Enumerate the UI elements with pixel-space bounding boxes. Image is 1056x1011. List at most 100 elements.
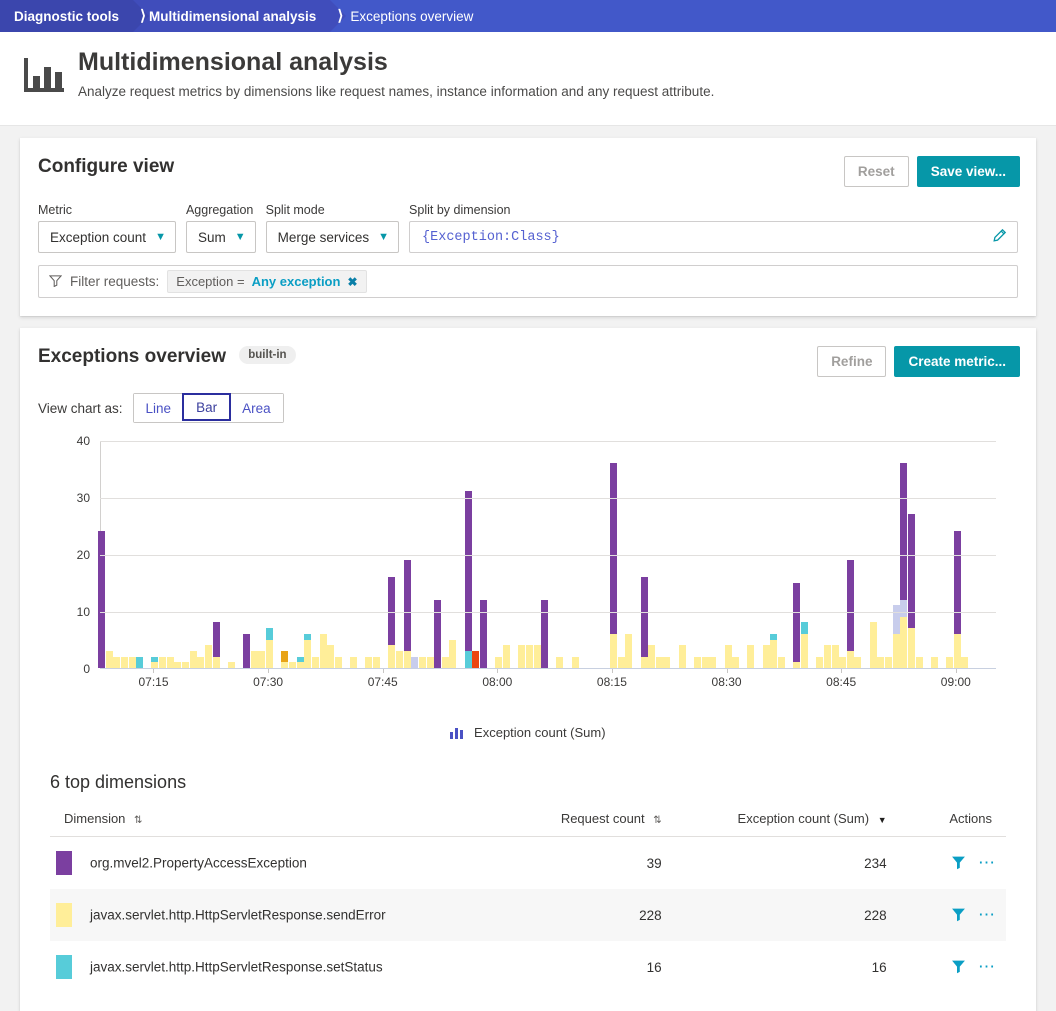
chart-bar[interactable] <box>296 656 304 668</box>
chart-bar[interactable] <box>900 462 908 668</box>
chart-bar[interactable] <box>304 633 312 668</box>
breadcrumb-item-multidimensional-analysis[interactable]: Multidimensional analysis ⟩ <box>133 0 347 32</box>
chart-bar[interactable] <box>128 656 136 668</box>
chart-bar[interactable] <box>571 656 579 668</box>
chart-bar[interactable] <box>953 531 961 668</box>
chart-bar[interactable] <box>174 662 182 668</box>
column-header-request-count[interactable]: Request count ⇅ <box>520 811 662 837</box>
chart-type-line[interactable]: Line <box>133 394 184 422</box>
chart-bar[interactable] <box>525 645 533 668</box>
chart-bar[interactable] <box>930 656 938 668</box>
pencil-icon[interactable] <box>991 228 1007 247</box>
chart-bar[interactable] <box>640 576 648 668</box>
chart-bar[interactable] <box>189 650 197 668</box>
chart-bar[interactable] <box>823 645 831 668</box>
chart-bar[interactable] <box>151 656 159 668</box>
chart-bar[interactable] <box>166 656 174 668</box>
chart-bar[interactable] <box>854 656 862 668</box>
chart-bar[interactable] <box>227 662 235 668</box>
chart-bar[interactable] <box>609 462 617 668</box>
create-metric-button[interactable]: Create metric... <box>894 346 1020 377</box>
chart-bar[interactable] <box>464 491 472 668</box>
more-actions-icon[interactable]: ⋯ <box>978 905 996 924</box>
chart-bar[interactable] <box>495 656 503 668</box>
chart-bar[interactable] <box>831 645 839 668</box>
chart-bar[interactable] <box>556 656 564 668</box>
chart-bar[interactable] <box>334 656 342 668</box>
chart-bar[interactable] <box>426 656 434 668</box>
chart-bar[interactable] <box>113 656 121 668</box>
column-header-dimension[interactable]: Dimension ⇅ <box>50 811 521 837</box>
chart-bar[interactable] <box>472 650 480 668</box>
chart-bar[interactable] <box>197 656 205 668</box>
filter-icon[interactable] <box>951 907 966 925</box>
chart-bar[interactable] <box>434 599 442 668</box>
chart-bar[interactable] <box>709 656 717 668</box>
chart-bar[interactable] <box>403 559 411 668</box>
chart-bar[interactable] <box>105 650 113 668</box>
chart-bar[interactable] <box>877 656 885 668</box>
chart-bar[interactable] <box>846 559 854 668</box>
chart-bar[interactable] <box>411 656 419 668</box>
close-icon[interactable]: ✖ <box>347 275 357 289</box>
chart-bar[interactable] <box>839 656 847 668</box>
table-row[interactable]: org.mvel2.PropertyAccessException 39 234 ⋯ <box>50 837 1006 890</box>
chart-bar[interactable] <box>311 656 319 668</box>
chart-bar[interactable] <box>182 662 190 668</box>
chart-type-area[interactable]: Area <box>230 394 283 422</box>
chart-bar[interactable] <box>762 645 770 668</box>
chart-bar[interactable] <box>961 656 969 668</box>
chart-bar[interactable] <box>915 656 923 668</box>
chart-bar[interactable] <box>396 650 403 668</box>
chart-bar[interactable] <box>800 622 808 668</box>
chart-bar[interactable] <box>892 605 900 668</box>
chart-bar[interactable] <box>541 599 549 668</box>
chart-bar[interactable] <box>663 656 671 668</box>
chart-bar[interactable] <box>793 582 801 668</box>
chart-bar[interactable] <box>258 650 266 668</box>
chart-bar[interactable] <box>98 531 105 668</box>
chart-bar[interactable] <box>907 514 915 668</box>
chart-bar[interactable] <box>319 633 327 668</box>
chart-bar[interactable] <box>243 633 251 668</box>
chart-bar[interactable] <box>732 656 740 668</box>
chart-bar[interactable] <box>204 645 212 668</box>
chart-bar[interactable] <box>885 656 893 668</box>
chart-bar[interactable] <box>480 599 488 668</box>
chart-bar[interactable] <box>724 645 732 668</box>
chart-bar[interactable] <box>694 656 701 668</box>
chart-bar[interactable] <box>159 656 167 668</box>
split-mode-select[interactable]: Merge services ▼ <box>265 221 400 253</box>
table-row[interactable]: javax.servlet.http.HttpServletResponse.s… <box>50 941 1006 993</box>
chart-bar[interactable] <box>266 628 274 668</box>
metric-select[interactable]: Exception count ▼ <box>38 221 176 253</box>
more-actions-icon[interactable]: ⋯ <box>978 853 996 872</box>
chart-bar[interactable] <box>289 662 297 668</box>
chart-bar[interactable] <box>350 656 358 668</box>
chart-bar[interactable] <box>373 656 381 668</box>
table-row[interactable]: javax.servlet.http.HttpServletResponse.s… <box>50 889 1006 941</box>
save-view-button[interactable]: Save view... <box>916 156 1020 187</box>
chart-bar[interactable] <box>778 656 786 668</box>
filter-chip[interactable]: Exception = Any exception ✖ <box>167 270 367 293</box>
split-dimension-input[interactable]: {Exception:Class} <box>409 221 1018 253</box>
breadcrumb-item-diagnostic-tools[interactable]: Diagnostic tools ⟩ <box>0 0 150 32</box>
more-actions-icon[interactable]: ⋯ <box>978 957 996 976</box>
chart-bar[interactable] <box>212 622 220 668</box>
chart-bar[interactable] <box>441 656 449 668</box>
chart-bar[interactable] <box>365 656 373 668</box>
chart-bar[interactable] <box>533 645 541 668</box>
chart-bar[interactable] <box>617 656 625 668</box>
chart-bar[interactable] <box>120 656 128 668</box>
breadcrumb-item-exceptions-overview[interactable]: Exceptions overview <box>330 0 487 32</box>
chart-bar[interactable] <box>625 633 633 668</box>
filter-icon[interactable] <box>951 959 966 977</box>
aggregation-select[interactable]: Sum ▼ <box>185 221 256 253</box>
chart-bar[interactable] <box>418 656 426 668</box>
chart-bar[interactable] <box>327 645 335 668</box>
chart-bar[interactable] <box>648 645 656 668</box>
chart-bar[interactable] <box>816 656 824 668</box>
filter-icon[interactable] <box>951 855 966 873</box>
chart-bar[interactable] <box>946 656 954 668</box>
chart-bar[interactable] <box>701 656 709 668</box>
